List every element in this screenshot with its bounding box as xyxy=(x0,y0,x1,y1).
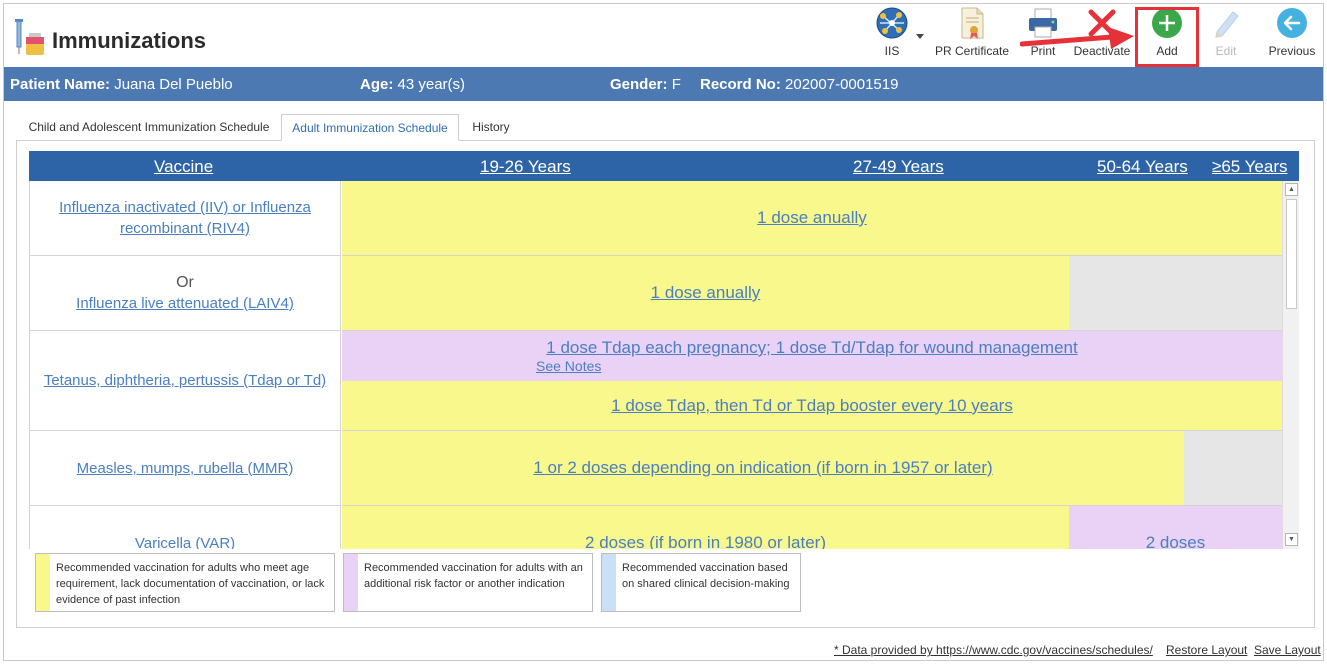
recommendation-tdap-booster[interactable]: 1 dose Tdap, then Td or Tdap booster eve… xyxy=(342,381,1282,431)
legend-text-risk-factor: Recommended vaccination for adults with … xyxy=(364,562,583,590)
previous-label: Previous xyxy=(1268,44,1316,58)
recommendation-tdap-pregnancy-cell: 1 dose Tdap each pregnancy; 1 dose Td/Td… xyxy=(342,331,1282,381)
legend-swatch-blue xyxy=(602,554,616,611)
iis-button[interactable]: IIS xyxy=(868,0,924,62)
patient-age-field: Age: 43 year(s) xyxy=(360,76,465,93)
page-title: Immunizations xyxy=(52,28,207,53)
recommendation-mmr[interactable]: 1 or 2 doses depending on indication (if… xyxy=(342,431,1184,506)
legend-text-routine: Recommended vaccination for adults who m… xyxy=(56,562,325,606)
scroll-down-arrow-icon[interactable]: ▼ xyxy=(1285,533,1298,546)
tab-child-adolescent-schedule[interactable]: Child and Adolescent Immunization Schedu… xyxy=(18,114,280,141)
scrollbar-thumb[interactable] xyxy=(1286,199,1297,309)
recommendation-influenza-inactivated[interactable]: 1 dose anually xyxy=(342,181,1282,256)
patient-info-bar: Patient Name: Juana Del Pueblo Age: 43 y… xyxy=(4,67,1323,101)
schedule-table-body: Influenza inactivated (IIV) or Influenza… xyxy=(29,181,1299,549)
iis-label: IIS xyxy=(884,44,900,58)
network-globe-icon xyxy=(876,7,908,39)
pencil-icon xyxy=(1215,11,1239,38)
tab-history[interactable]: History xyxy=(462,114,520,141)
vaccine-cell-varicella: Varicella (VAR) xyxy=(30,506,341,549)
or-separator: Or xyxy=(176,274,194,291)
certificate-icon xyxy=(961,7,984,39)
recommendation-tdap-pregnancy[interactable]: 1 dose Tdap each pregnancy; 1 dose Td/Td… xyxy=(546,338,1077,358)
age-19-26-column-header[interactable]: 19-26 Years xyxy=(480,157,571,177)
patient-name-label: Patient Name: xyxy=(10,76,111,93)
immunization-app-icon xyxy=(15,19,44,55)
legend-item-routine: Recommended vaccination for adults who m… xyxy=(35,553,335,612)
vaccine-link-influenza-inactivated-line1[interactable]: Influenza inactivated (IIV) or Influenza xyxy=(59,197,311,218)
legend-item-risk-factor: Recommended vaccination for adults with … xyxy=(343,553,593,612)
legend-item-shared-decision: Recommended vaccination based on shared … xyxy=(601,553,801,612)
vaccine-column-header[interactable]: Vaccine xyxy=(154,157,213,177)
patient-age-label: Age: xyxy=(360,76,394,93)
patient-age-value: 43 year(s) xyxy=(397,76,466,93)
patient-record-field: Record No: 202007-0001519 xyxy=(700,76,898,93)
patient-name-field: Patient Name: Juana Del Pueblo xyxy=(10,76,233,93)
edit-button[interactable]: Edit xyxy=(1206,0,1246,62)
patient-gender-value: F xyxy=(671,76,681,93)
vaccine-link-mmr[interactable]: Measles, mumps, rubella (MMR) xyxy=(77,458,294,479)
chevron-down-icon[interactable] xyxy=(916,34,924,40)
annotation-arrow-icon xyxy=(1020,27,1134,49)
edit-label: Edit xyxy=(1215,44,1237,58)
add-button-highlight xyxy=(1135,7,1199,67)
legend-swatch-purple xyxy=(344,554,358,611)
age-50-64-column-header[interactable]: 50-64 Years xyxy=(1097,157,1188,177)
cdc-source-link[interactable]: * Data provided by https://www.cdc.gov/v… xyxy=(834,643,1153,657)
schedule-header-row: Vaccine 19-26 Years 27-49 Years 50-64 Ye… xyxy=(29,151,1299,181)
legend-swatch-yellow xyxy=(36,554,50,611)
recommendation-varicella[interactable]: 2 doses (if born in 1980 or later) xyxy=(342,506,1069,549)
vaccine-link-varicella[interactable]: Varicella (VAR) xyxy=(135,533,235,550)
vaccine-cell-tdap: Tetanus, diphtheria, pertussis (Tdap or … xyxy=(30,331,341,431)
scroll-up-arrow-icon[interactable]: ▲ xyxy=(1285,183,1298,196)
not-recommended-cell xyxy=(1069,256,1282,331)
vaccine-link-influenza-inactivated-line2[interactable]: recombinant (RIV4) xyxy=(120,218,250,239)
recommendation-varicella-older[interactable]: 2 doses xyxy=(1069,506,1282,549)
vaccine-cell-mmr: Measles, mumps, rubella (MMR) xyxy=(30,431,341,506)
pr-certificate-label: PR Certificate xyxy=(934,44,1010,58)
not-recommended-cell xyxy=(1184,431,1282,506)
arrow-left-circle-icon xyxy=(1277,8,1307,38)
patient-gender-field: Gender: F xyxy=(610,76,681,93)
patient-name-value: Juana Del Pueblo xyxy=(114,76,233,93)
table-scrollbar[interactable]: ▲ ▼ xyxy=(1282,181,1299,549)
patient-record-label: Record No: xyxy=(700,76,781,93)
vaccine-cell-influenza-inactivated: Influenza inactivated (IIV) or Influenza… xyxy=(30,181,341,256)
vaccine-cell-influenza-live: Or Influenza live attenuated (LAIV4) xyxy=(30,256,341,331)
tab-adult-schedule[interactable]: Adult Immunization Schedule xyxy=(281,114,459,141)
pr-certificate-button[interactable]: PR Certificate xyxy=(934,0,1010,62)
vaccine-link-tdap[interactable]: Tetanus, diphtheria, pertussis (Tdap or … xyxy=(44,370,326,391)
legend-text-shared-decision: Recommended vaccination based on shared … xyxy=(622,562,790,590)
vaccine-link-influenza-live[interactable]: Influenza live attenuated (LAIV4) xyxy=(76,293,294,314)
see-notes-link[interactable]: See Notes xyxy=(536,358,601,374)
restore-layout-link[interactable]: Restore Layout xyxy=(1166,643,1247,657)
age-27-49-column-header[interactable]: 27-49 Years xyxy=(853,157,944,177)
recommendation-influenza-live[interactable]: 1 dose anually xyxy=(342,256,1069,331)
save-layout-link[interactable]: Save Layout xyxy=(1254,643,1321,657)
age-65-plus-column-header[interactable]: ≥65 Years xyxy=(1212,157,1288,177)
patient-record-value: 202007-0001519 xyxy=(785,76,899,93)
patient-gender-label: Gender: xyxy=(610,76,668,93)
previous-button[interactable]: Previous xyxy=(1264,0,1320,62)
